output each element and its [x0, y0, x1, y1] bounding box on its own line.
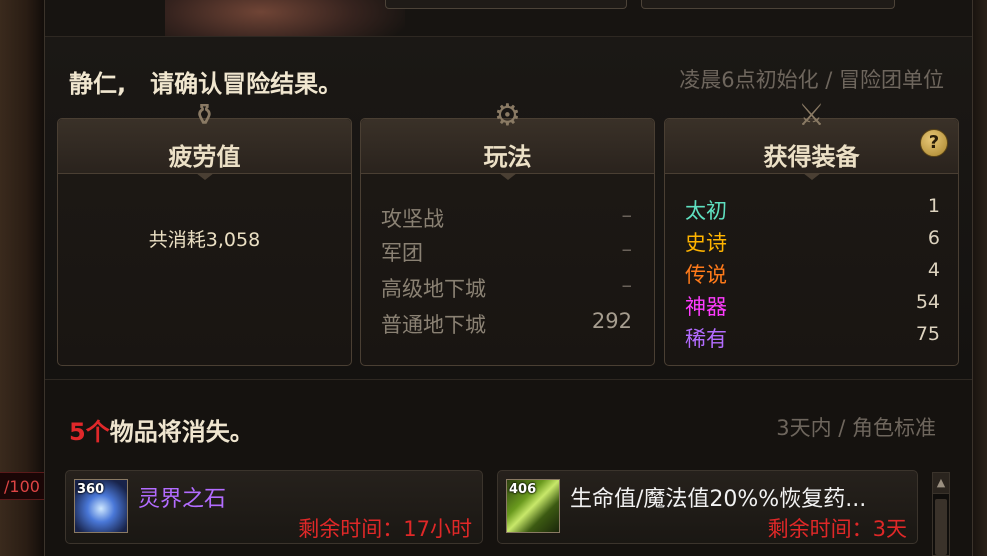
play-row-label: 军团: [381, 241, 423, 265]
equipment-card: ⚔ 获得装备 ? 太初 1 史诗 6 传说 4 神器 54 稀有 75: [664, 98, 959, 366]
fatigue-card: ⚱ 疲劳值 共消耗3,058: [57, 98, 352, 366]
equipment-row: 神器 54: [685, 291, 940, 321]
expiring-title: 5个物品将消失。: [69, 412, 254, 447]
item-remaining-time: 剩余时间：3天: [767, 517, 907, 541]
equipment-grade-label: 稀有: [685, 327, 727, 351]
equipment-row: 传说 4: [685, 259, 940, 289]
reset-note: 凌晨6点初始化 / 冒险团单位: [679, 68, 944, 92]
equipment-count: 1: [927, 195, 940, 217]
scroll-up-arrow-icon[interactable]: ▲: [933, 473, 949, 494]
equipment-count: 4: [927, 259, 940, 281]
play-row-label: 攻坚战: [381, 207, 444, 231]
equipment-card-title: 获得装备: [763, 143, 860, 171]
help-icon[interactable]: ?: [920, 129, 948, 157]
item-name: 灵界之石: [138, 487, 227, 512]
item-name: 生命值/魔法值20%%恢复药...: [570, 487, 867, 512]
fatigue-card-header: ⚱ 疲劳值: [58, 98, 351, 180]
expiring-note: 3天内 / 角色标准: [776, 416, 936, 440]
item-quantity-badge: 360: [77, 482, 105, 497]
hp-readout: /100: [0, 472, 44, 500]
spirit-stone-icon: 360: [74, 479, 128, 533]
equipment-count: 75: [915, 323, 940, 345]
play-row-label: 普通地下城: [381, 313, 486, 337]
play-row: 高级地下城 –: [381, 273, 632, 303]
play-row-value: –: [621, 203, 633, 227]
play-row-label: 高级地下城: [381, 277, 486, 301]
equipment-count: 6: [927, 227, 940, 249]
equipment-card-header: ⚔ 获得装备 ?: [665, 98, 958, 180]
equipment-count: 54: [915, 291, 940, 313]
equipment-grade-label: 太初: [685, 199, 727, 223]
confirm-title: 静仁, 请确认冒险结果。: [69, 70, 343, 98]
equipment-row: 史诗 6: [685, 227, 940, 257]
armor-emblem-icon: ⚔: [798, 98, 825, 133]
play-card-title: 玩法: [483, 143, 532, 171]
fatigue-total: 共消耗3,058: [148, 229, 261, 251]
play-card-header: ⚙ 玩法: [361, 98, 654, 180]
expiring-title-text: 物品将消失。: [109, 418, 254, 446]
item-list-scrollbar[interactable]: ▲: [932, 472, 950, 556]
expiring-item-card[interactable]: 360 灵界之石 剩余时间：17小时: [65, 470, 483, 544]
play-row-value: 292: [591, 309, 632, 333]
potion-icon: 406: [506, 479, 560, 533]
play-row-value: –: [621, 237, 633, 261]
play-card: ⚙ 玩法 攻坚战 – 军团 – 高级地下城 – 普通地下城 292: [360, 98, 655, 366]
equipment-grade-label: 史诗: [685, 231, 727, 255]
gear-axe-emblem-icon: ⚙: [494, 98, 521, 133]
item-remaining-time: 剩余时间：17小时: [298, 517, 472, 541]
top-tab-left[interactable]: [385, 0, 627, 9]
play-row: 军团 –: [381, 237, 632, 267]
scroll-thumb[interactable]: [935, 499, 947, 555]
equipment-grade-label: 神器: [685, 295, 727, 319]
play-row: 攻坚战 –: [381, 203, 632, 233]
equipment-row: 太初 1: [685, 195, 940, 225]
equipment-row: 稀有 75: [685, 323, 940, 353]
fatigue-emblem-icon: ⚱: [191, 98, 218, 133]
adventure-result-panel: 静仁, 请确认冒险结果。 凌晨6点初始化 / 冒险团单位 ⚱ 疲劳值 共消耗3,…: [44, 0, 973, 556]
item-quantity-badge: 406: [509, 482, 537, 497]
fatigue-card-title: 疲劳值: [168, 143, 241, 171]
play-row: 普通地下城 292: [381, 309, 632, 339]
equipment-grade-label: 传说: [685, 263, 727, 287]
expiring-item-card[interactable]: 406 生命值/魔法值20%%恢复药... 剩余时间：3天: [497, 470, 918, 544]
top-tab-right[interactable]: [641, 0, 895, 9]
expiring-count: 5个: [69, 418, 110, 446]
play-row-value: –: [621, 273, 633, 297]
right-edge: [971, 0, 987, 556]
